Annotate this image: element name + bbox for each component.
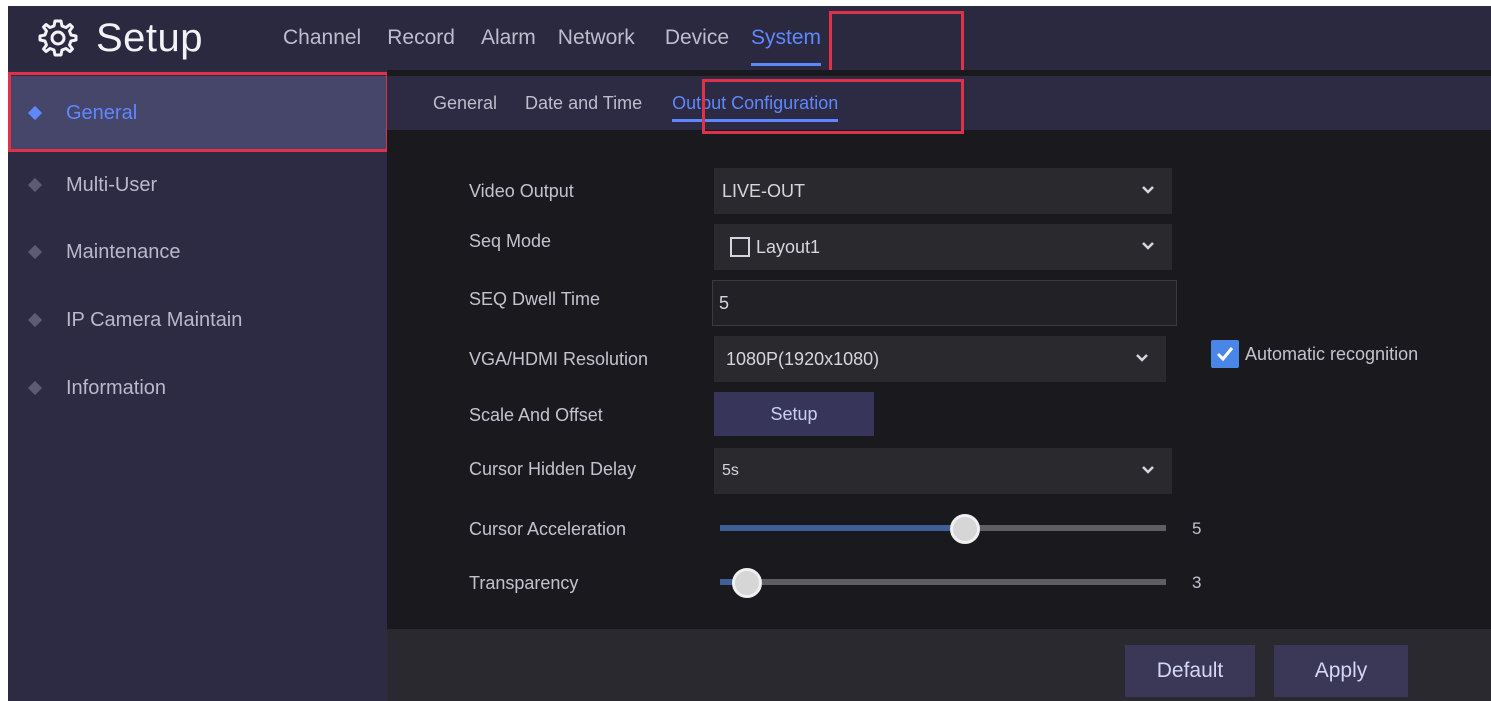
seq-dwell-time-label: SEQ Dwell Time — [469, 289, 601, 309]
seq-mode-select[interactable]: Layout1 — [714, 224, 1172, 270]
seq-mode-value: Layout1 — [756, 236, 821, 257]
transparency-label: Transparency — [469, 573, 579, 593]
checkbox-checked-icon — [1211, 340, 1239, 368]
tab-alarm[interactable]: Alarm — [472, 6, 545, 70]
cursor-acceleration-slider[interactable] — [720, 514, 1166, 544]
footer-bar: Default Apply — [387, 629, 1491, 701]
default-button[interactable]: Default — [1125, 645, 1255, 697]
sidebar-item-general[interactable]: General — [8, 76, 387, 150]
transparency-value: 3 — [1192, 573, 1202, 592]
layout-checkbox[interactable] — [730, 237, 750, 257]
tab-device[interactable]: Device — [656, 6, 738, 70]
transparency-slider[interactable] — [720, 568, 1166, 598]
slider-fill — [720, 525, 965, 531]
resolution-value: 1080P(1920x1080) — [726, 348, 880, 369]
video-output-row: Video Output LIVE-OUT — [387, 168, 1491, 218]
subtab-output-configuration[interactable]: Output Configuration — [664, 76, 846, 130]
resolution-label: VGA/HDMI Resolution — [469, 349, 649, 369]
sidebar-item-label: Information — [66, 376, 167, 399]
cursor-hidden-delay-value: 5s — [722, 462, 739, 479]
slider-track — [720, 579, 1166, 585]
chevron-down-icon — [1142, 186, 1154, 194]
diamond-icon — [27, 380, 43, 396]
subtab-general[interactable]: General — [425, 76, 505, 130]
slider-handle[interactable] — [950, 514, 980, 544]
sidebar-item-label: Multi-User — [66, 173, 158, 196]
seq-mode-label: Seq Mode — [469, 231, 552, 251]
resolution-row: VGA/HDMI Resolution 1080P(1920x1080) Aut… — [387, 336, 1491, 386]
chevron-down-icon — [1142, 466, 1154, 474]
transparency-row: Transparency 3 — [387, 560, 1491, 610]
scale-offset-setup-button[interactable]: Setup — [714, 392, 874, 436]
cursor-hidden-delay-select[interactable]: 5s — [714, 448, 1172, 494]
app-title: Setup — [38, 14, 203, 62]
top-nav: Channel Record Alarm Network Device Syst… — [274, 6, 830, 70]
diamond-icon — [27, 105, 43, 121]
gear-icon — [38, 19, 78, 57]
page-title: Setup — [96, 15, 204, 60]
seq-dwell-time-row: SEQ Dwell Time 5 — [387, 280, 1491, 330]
sidebar-item-label: IP Camera Maintain — [66, 308, 243, 331]
tab-network[interactable]: Network — [549, 6, 644, 70]
tab-record[interactable]: Record — [378, 6, 464, 70]
sidebar-item-information[interactable]: Information — [8, 351, 387, 425]
sub-tabs: General Date and Time Output Configurati… — [387, 76, 1491, 130]
scale-offset-label: Scale And Offset — [469, 405, 603, 425]
sidebar: General Multi-User Maintenance IP Camera… — [8, 70, 387, 701]
cursor-acceleration-row: Cursor Acceleration 5 — [387, 506, 1491, 556]
seq-dwell-time-value: 5 — [719, 292, 730, 313]
tab-system[interactable]: System — [742, 6, 830, 70]
scale-offset-row: Scale And Offset Setup — [387, 392, 1491, 442]
video-output-value: LIVE-OUT — [722, 180, 806, 201]
diamond-icon — [27, 177, 43, 193]
video-output-select[interactable]: LIVE-OUT — [714, 168, 1172, 214]
sidebar-item-label: General — [66, 101, 138, 124]
apply-button[interactable]: Apply — [1274, 645, 1408, 697]
automatic-recognition-checkbox[interactable]: Automatic recognition — [1211, 340, 1418, 368]
resolution-select[interactable]: 1080P(1920x1080) — [714, 336, 1166, 382]
diamond-icon — [27, 312, 43, 328]
cursor-hidden-delay-row: Cursor Hidden Delay 5s — [387, 448, 1491, 498]
cursor-acceleration-label: Cursor Acceleration — [469, 519, 627, 539]
sidebar-item-ip-camera-maintain[interactable]: IP Camera Maintain — [8, 283, 387, 357]
seq-dwell-time-input[interactable]: 5 — [712, 280, 1177, 326]
cursor-acceleration-value: 5 — [1192, 519, 1202, 538]
main-panel: General Date and Time Output Configurati… — [387, 70, 1491, 701]
chevron-down-icon — [1136, 354, 1148, 362]
sidebar-item-label: Maintenance — [66, 240, 181, 263]
automatic-recognition-label: Automatic recognition — [1245, 343, 1419, 364]
cursor-hidden-delay-label: Cursor Hidden Delay — [469, 459, 637, 479]
top-bar: Setup Channel Record Alarm Network Devic… — [8, 6, 1491, 70]
sidebar-item-maintenance[interactable]: Maintenance — [8, 215, 387, 289]
sidebar-item-multi-user[interactable]: Multi-User — [8, 148, 387, 222]
diamond-icon — [27, 244, 43, 260]
seq-mode-row: Seq Mode Layout1 — [387, 224, 1491, 274]
video-output-label: Video Output — [469, 181, 574, 201]
subtab-date-and-time[interactable]: Date and Time — [517, 76, 650, 130]
chevron-down-icon — [1142, 242, 1154, 250]
slider-handle[interactable] — [732, 568, 762, 598]
tab-channel[interactable]: Channel — [274, 6, 370, 70]
